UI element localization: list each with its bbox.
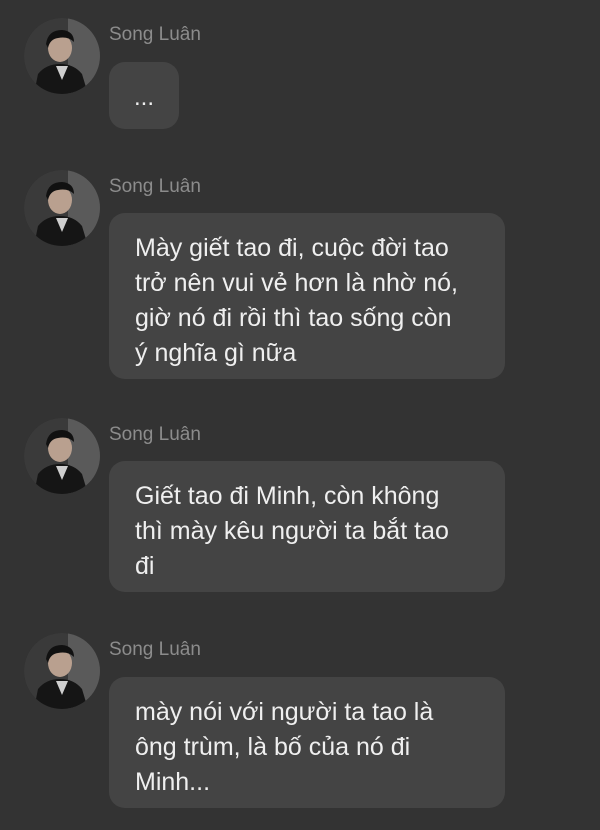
- message-group: Song Luân mày nói với người ta tao là ôn…: [0, 633, 600, 814]
- profile-photo-icon: [24, 418, 100, 494]
- message-bubble[interactable]: ...: [109, 62, 179, 129]
- sender-name: Song Luân: [109, 176, 201, 197]
- avatar[interactable]: [24, 418, 100, 494]
- profile-photo-icon: [24, 633, 100, 709]
- message-bubble[interactable]: Giết tao đi Minh, còn không thì mày kêu …: [109, 461, 505, 592]
- message-group: Song Luân Mày giết tao đi, cuộc đời tao …: [0, 170, 600, 386]
- message-group: Song Luân ...: [0, 18, 600, 134]
- sender-name: Song Luân: [109, 639, 201, 660]
- avatar[interactable]: [24, 170, 100, 246]
- sender-name: Song Luân: [109, 24, 201, 45]
- avatar[interactable]: [24, 18, 100, 94]
- message-bubble[interactable]: Mày giết tao đi, cuộc đời tao trở nên vu…: [109, 213, 505, 379]
- avatar[interactable]: [24, 633, 100, 709]
- message-bubble[interactable]: mày nói với người ta tao là ông trùm, là…: [109, 677, 505, 808]
- profile-photo-icon: [24, 18, 100, 94]
- message-group: Song Luân Giết tao đi Minh, còn không th…: [0, 418, 600, 599]
- profile-photo-icon: [24, 170, 100, 246]
- sender-name: Song Luân: [109, 424, 201, 445]
